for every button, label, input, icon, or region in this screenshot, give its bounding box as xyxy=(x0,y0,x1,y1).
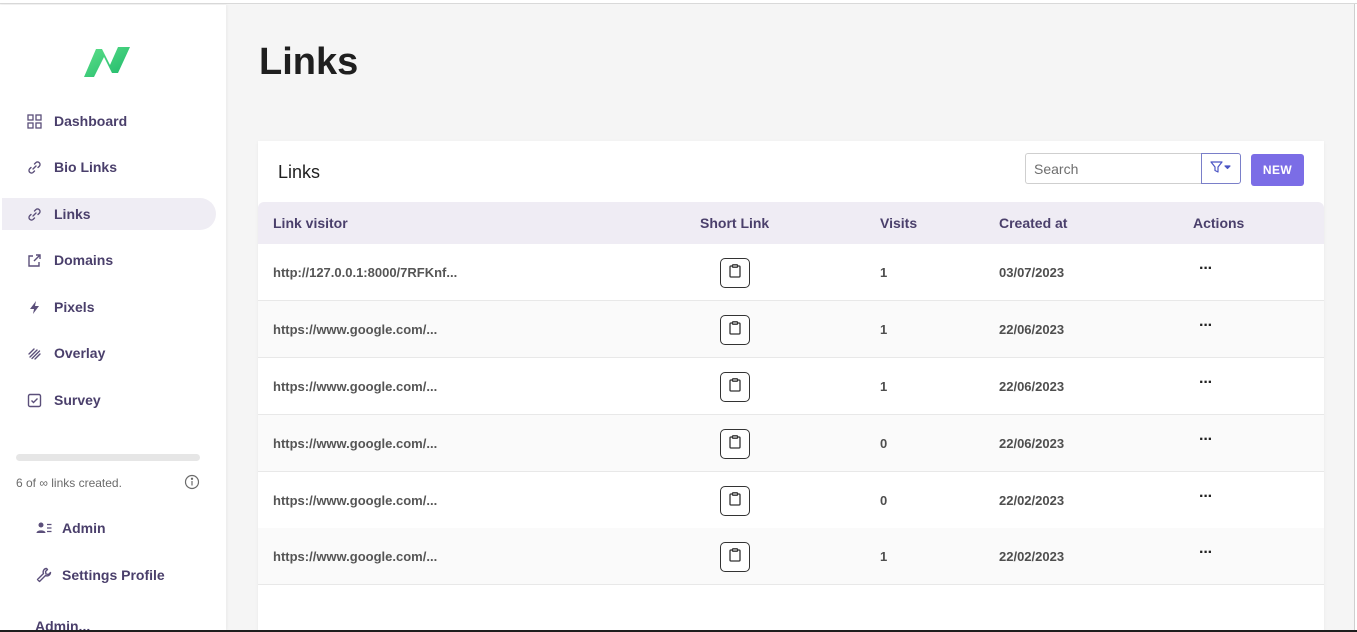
row-actions-menu[interactable]: ··· xyxy=(1199,244,1213,301)
clipboard-icon xyxy=(729,434,741,454)
column-header-visits[interactable]: Visits xyxy=(880,202,917,244)
sidebar: Dashboard Bio Links Links Domains Pixels… xyxy=(0,5,226,632)
layers-icon xyxy=(26,345,42,361)
table-row: https://www.google.com/... 1 22/06/2023 … xyxy=(258,301,1324,358)
link-url[interactable]: https://www.google.com/... xyxy=(273,415,437,472)
sidebar-item-label: Domains xyxy=(54,252,114,268)
link-icon xyxy=(26,206,42,222)
sidebar-item-links[interactable]: Links xyxy=(2,198,216,230)
row-actions-menu[interactable]: ··· xyxy=(1199,528,1213,585)
sidebar-item-label: Pixels xyxy=(54,299,95,315)
sidebar-item-survey[interactable]: Survey xyxy=(2,384,216,416)
users-icon xyxy=(36,520,52,536)
filter-button[interactable] xyxy=(1201,153,1241,184)
sidebar-item-pixels[interactable]: Pixels xyxy=(2,291,216,323)
visits-count: 0 xyxy=(880,493,888,508)
created-date: 22/06/2023 xyxy=(999,379,1065,394)
checkbox-icon xyxy=(26,392,42,408)
external-link-icon xyxy=(26,252,42,268)
visits-count: 1 xyxy=(880,379,888,394)
app-logo[interactable] xyxy=(82,43,132,79)
table-row: https://www.google.com/... 1 22/02/2023 … xyxy=(258,528,1324,585)
created-date: 22/06/2023 xyxy=(999,322,1065,337)
info-icon[interactable] xyxy=(184,474,200,490)
clipboard-icon xyxy=(729,263,741,283)
new-link-button[interactable]: NEW xyxy=(1251,154,1304,186)
page-title: Links xyxy=(259,41,359,83)
link-url[interactable]: https://www.google.com/... xyxy=(273,528,437,585)
visits-count: 1 xyxy=(880,549,888,564)
table-header: Link visitor Short Link Visits Created a… xyxy=(258,202,1324,244)
sidebar-item-domains[interactable]: Domains xyxy=(2,244,216,276)
admin-link[interactable]: Admin xyxy=(36,516,106,540)
clipboard-icon xyxy=(729,377,741,397)
clipboard-icon xyxy=(729,320,741,340)
lightning-icon xyxy=(26,299,42,315)
table-row: https://www.google.com/... 1 22/06/2023 … xyxy=(258,358,1324,415)
filter-icon xyxy=(1210,160,1232,178)
visits-count: 1 xyxy=(880,265,888,280)
settings-profile-link[interactable]: Settings Profile xyxy=(36,563,165,587)
row-actions-menu[interactable]: ··· xyxy=(1199,358,1213,415)
copy-short-link-button[interactable] xyxy=(720,429,750,459)
usage-progress-bar xyxy=(16,454,200,461)
sidebar-item-label: Dashboard xyxy=(54,113,128,129)
created-date: 22/02/2023 xyxy=(999,493,1065,508)
link-url[interactable]: https://www.google.com/... xyxy=(273,472,437,529)
row-actions-menu[interactable]: ··· xyxy=(1199,301,1213,358)
sidebar-item-dashboard[interactable]: Dashboard xyxy=(2,105,216,137)
column-header-short-link[interactable]: Short Link xyxy=(700,202,769,244)
visits-count: 1 xyxy=(880,322,888,337)
grid-icon xyxy=(26,113,42,129)
link-url[interactable]: http://127.0.0.1:8000/7RFKnf... xyxy=(273,244,457,301)
row-actions-menu[interactable]: ··· xyxy=(1199,472,1213,529)
clipboard-icon xyxy=(729,491,741,511)
visits-count: 0 xyxy=(880,436,888,451)
card-title: Links xyxy=(278,162,321,182)
table-row: http://127.0.0.1:8000/7RFKnf... 1 03/07/… xyxy=(258,244,1324,301)
column-header-created-at[interactable]: Created at xyxy=(999,202,1067,244)
sidebar-item-overlay[interactable]: Overlay xyxy=(2,337,216,369)
settings-profile-label: Settings Profile xyxy=(62,567,165,583)
link-icon xyxy=(26,159,42,175)
copy-short-link-button[interactable] xyxy=(720,372,750,402)
link-url[interactable]: https://www.google.com/... xyxy=(273,358,437,415)
table-row: https://www.google.com/... 0 22/02/2023 … xyxy=(258,472,1324,529)
table-row: https://www.google.com/... 0 22/06/2023 … xyxy=(258,415,1324,472)
link-url[interactable]: https://www.google.com/... xyxy=(273,301,437,358)
search-input[interactable] xyxy=(1025,153,1202,184)
column-header-link-visitor[interactable]: Link visitor xyxy=(273,202,348,244)
row-actions-menu[interactable]: ··· xyxy=(1199,415,1213,472)
copy-short-link-button[interactable] xyxy=(720,315,750,345)
admin-label: Admin xyxy=(62,520,106,536)
sidebar-item-bio-links[interactable]: Bio Links xyxy=(2,151,216,183)
links-card: Links NEW Link visitor Short Link Visits… xyxy=(258,141,1324,632)
window-top-border xyxy=(0,0,1357,4)
wrench-icon xyxy=(36,567,52,583)
copy-short-link-button[interactable] xyxy=(720,258,750,288)
column-header-actions: Actions xyxy=(1193,215,1245,231)
sidebar-item-label: Overlay xyxy=(54,345,106,361)
created-date: 03/07/2023 xyxy=(999,265,1065,280)
sidebar-item-label: Bio Links xyxy=(54,159,118,175)
copy-short-link-button[interactable] xyxy=(720,486,750,516)
created-date: 22/02/2023 xyxy=(999,549,1065,564)
usage-text: 6 of ∞ links created. xyxy=(16,476,122,490)
sidebar-item-label: Links xyxy=(54,206,91,222)
sidebar-item-label: Survey xyxy=(54,392,101,408)
clipboard-icon xyxy=(729,547,741,567)
copy-short-link-button[interactable] xyxy=(720,542,750,572)
created-date: 22/06/2023 xyxy=(999,436,1065,451)
